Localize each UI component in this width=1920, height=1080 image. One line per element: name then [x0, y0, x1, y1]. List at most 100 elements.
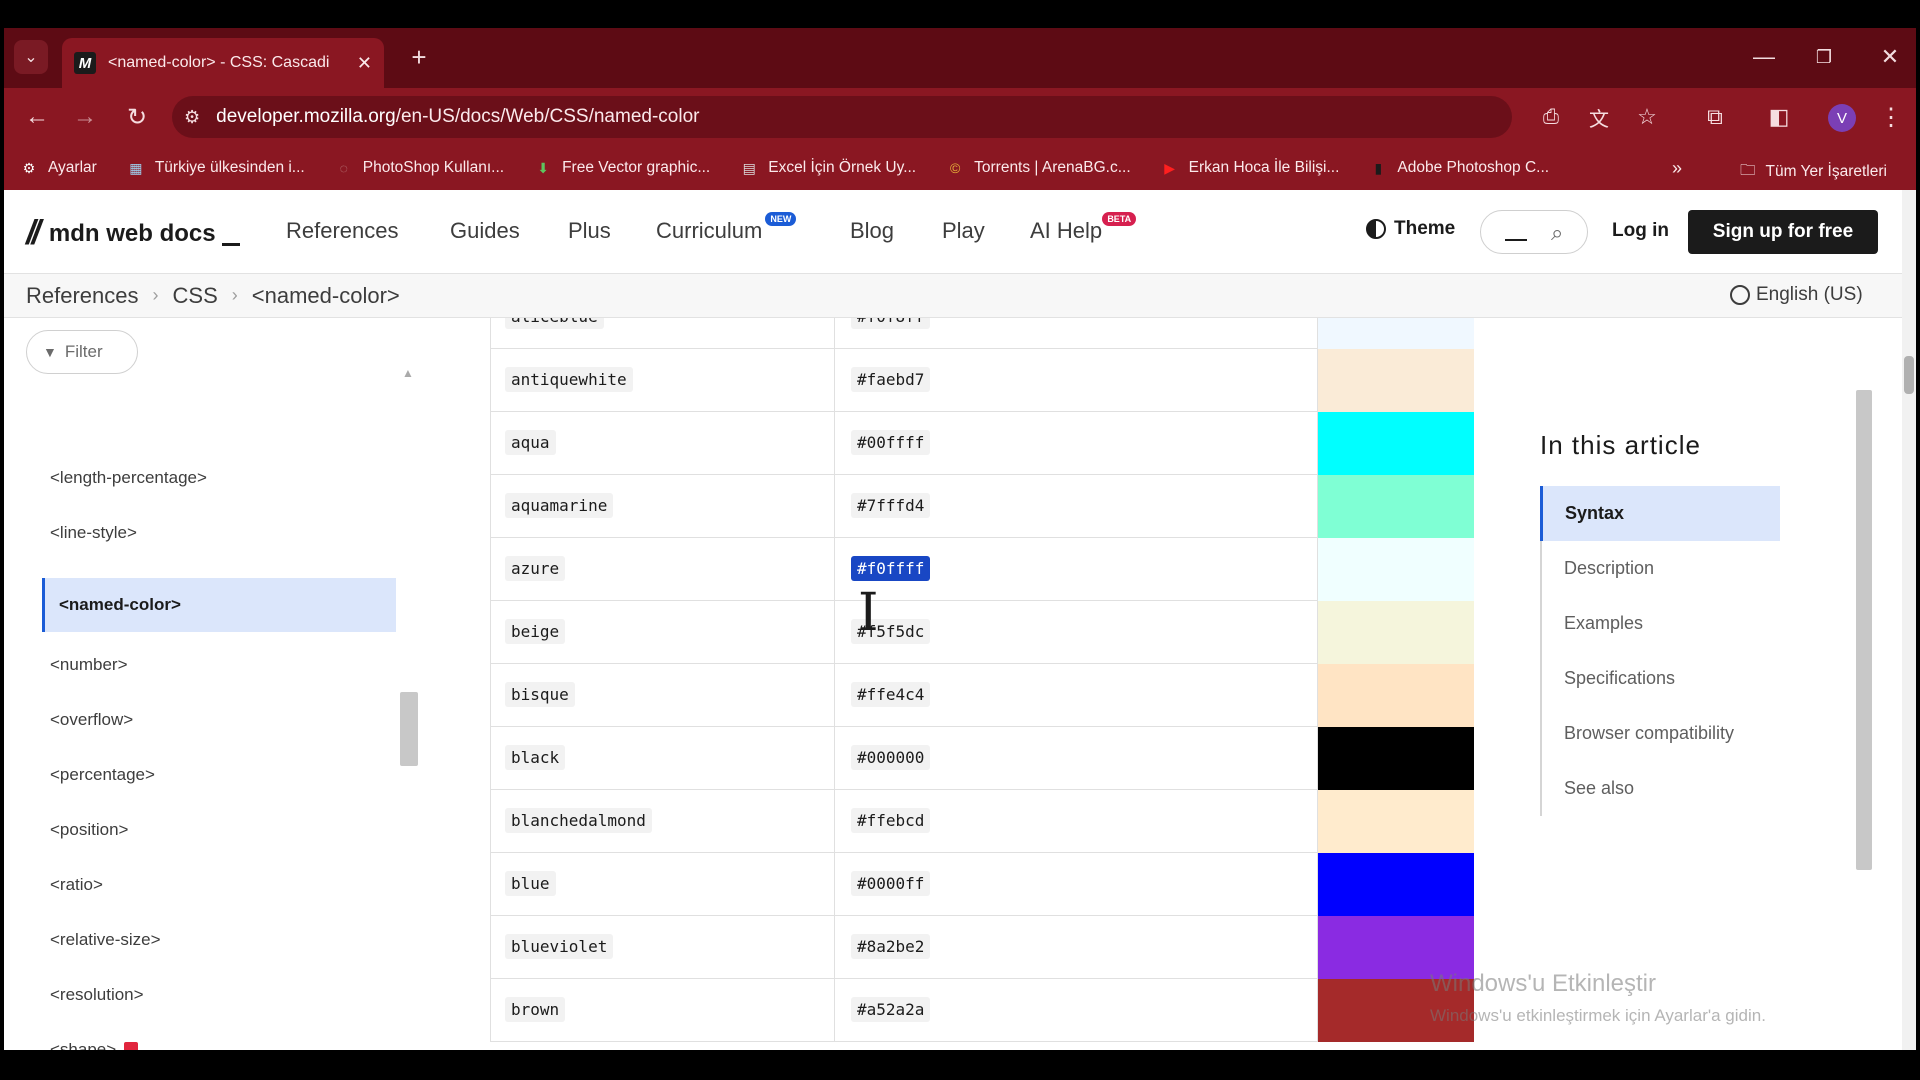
hex-value-cell[interactable]: #ffebcd: [851, 808, 931, 833]
page-scrollbar-thumb[interactable]: [1904, 356, 1914, 394]
hex-value-selected[interactable]: #f0ffff: [851, 556, 931, 581]
forward-icon[interactable]: →: [68, 100, 102, 134]
star-icon[interactable]: ☆: [1630, 100, 1664, 134]
url-text[interactable]: developer.mozilla.org/en-US/docs/Web/CSS…: [216, 106, 699, 128]
bookmark-item[interactable]: ⚙ Ayarlar: [20, 159, 97, 177]
color-name-cell: bisque: [505, 682, 575, 707]
column-divider: [834, 727, 835, 790]
mdn-header: // mdn web docs Theme ⌕ Log in Sign up f…: [4, 190, 1916, 274]
login-link[interactable]: Log in: [1612, 220, 1669, 242]
hex-value-cell[interactable]: #faebd7: [851, 367, 931, 392]
nav-curriculum[interactable]: Curriculum NEW: [656, 212, 797, 244]
hex-value-cell[interactable]: #7fffd4: [851, 493, 931, 518]
all-bookmarks-folder[interactable]: 🗀 Tüm Yer İşaretleri: [1740, 158, 1887, 185]
bookmark-item[interactable]: ▦ Türkiye ülkesinden i...: [127, 159, 305, 177]
hex-value-cell[interactable]: #00ffff: [851, 430, 931, 455]
reload-icon[interactable]: ↻: [120, 100, 154, 134]
nav-blog[interactable]: Blog: [850, 218, 894, 244]
hex-value-cell[interactable]: #000000: [851, 745, 931, 770]
restore-button[interactable]: ❐: [1804, 42, 1844, 72]
nav-references[interactable]: References: [286, 218, 399, 244]
sidebar-item[interactable]: <overflow>: [50, 710, 133, 730]
sidebar-item[interactable]: <resolution>: [50, 985, 144, 1005]
nav-plus[interactable]: Plus: [568, 218, 611, 244]
column-divider: [834, 664, 835, 727]
extensions-icon[interactable]: ⧉: [1698, 100, 1732, 134]
tab-search-button[interactable]: ⌄: [14, 40, 48, 74]
signup-button[interactable]: Sign up for free: [1688, 210, 1878, 254]
sidebar-item[interactable]: <number>: [50, 655, 128, 675]
back-icon[interactable]: ←: [20, 100, 54, 134]
theme-button[interactable]: Theme: [1366, 218, 1455, 240]
close-window-button[interactable]: ✕: [1870, 42, 1910, 72]
toc-item-syntax[interactable]: Syntax: [1540, 486, 1780, 541]
color-swatch: [1317, 853, 1474, 916]
minimize-button[interactable]: —: [1744, 42, 1784, 72]
more-bookmarks-icon[interactable]: »: [1672, 158, 1682, 179]
youtube-icon: ▶: [1164, 159, 1176, 176]
bookmark-item[interactable]: © Torrents | ArenaBG.c...: [946, 159, 1131, 177]
hex-value-cell[interactable]: #8a2be2: [851, 934, 931, 959]
sidebar-item[interactable]: <line-style>: [50, 523, 137, 543]
hex-value-cell[interactable]: #a52a2a: [851, 997, 931, 1022]
chevron-right-icon: ›: [231, 285, 238, 305]
breadcrumb-css[interactable]: CSS: [173, 283, 218, 309]
filter-input[interactable]: ▼ Filter: [26, 330, 138, 374]
hex-value-cell[interactable]: #0000ff: [851, 871, 931, 896]
sidebar-item[interactable]: <relative-size>: [50, 930, 161, 950]
column-divider: [834, 412, 835, 475]
sidebar-item[interactable]: <ratio>: [50, 875, 103, 895]
table-row: azure #f0ffff: [490, 538, 1474, 601]
bookmark-item[interactable]: ⬇ Free Vector graphic...: [534, 159, 710, 177]
install-app-icon[interactable]: ⎙: [1534, 100, 1568, 134]
site-info-icon[interactable]: ⚙: [184, 107, 200, 128]
new-tab-button[interactable]: +: [402, 40, 436, 74]
bookmark-item[interactable]: ◌ PhotoShop Kullanı...: [335, 159, 505, 177]
toc-item-specifications[interactable]: Specifications: [1542, 651, 1780, 706]
toc-scrollbar[interactable]: [1856, 390, 1872, 870]
sidebar-item[interactable]: <percentage>: [50, 765, 155, 785]
nav-label: Guides: [450, 218, 520, 243]
toc-item-description[interactable]: Description: [1542, 541, 1780, 596]
side-panel-icon[interactable]: ◧: [1762, 100, 1796, 134]
color-swatch: [1317, 790, 1474, 853]
nav-ai-help[interactable]: AI Help BETA: [1030, 212, 1137, 244]
column-divider: [834, 475, 835, 538]
toc-item-browser-compatibility[interactable]: Browser compatibility: [1542, 706, 1780, 761]
nav-play[interactable]: Play: [942, 218, 985, 244]
sidebar-item-active[interactable]: <named-color>: [42, 578, 396, 632]
search-input[interactable]: ⌕: [1480, 210, 1588, 254]
language-switcher[interactable]: English (US): [1730, 284, 1863, 306]
sidebar-scrollbar[interactable]: [400, 692, 418, 766]
color-swatch: [1317, 538, 1474, 601]
page-scrollbar[interactable]: [1902, 190, 1916, 1050]
sidebar-item-shape[interactable]: <shape>: [50, 1040, 139, 1050]
close-tab-icon[interactable]: ✕: [357, 53, 372, 74]
search-icon[interactable]: ⌕: [1551, 220, 1563, 246]
browser-window: ⌄ M <named-color> - CSS: Cascadi ✕ + — ❐…: [4, 28, 1916, 1050]
toc-item-see-also[interactable]: See also: [1542, 761, 1780, 816]
address-bar[interactable]: ⚙ developer.mozilla.org/en-US/docs/Web/C…: [172, 96, 1512, 138]
active-tab[interactable]: M <named-color> - CSS: Cascadi ✕: [62, 38, 384, 88]
scroll-up-icon[interactable]: ▲: [402, 366, 414, 380]
bookmark-item[interactable]: ▶ Erkan Hoca İle Bilişi...: [1161, 159, 1339, 177]
nav-guides[interactable]: Guides: [450, 218, 520, 244]
breadcrumb-references[interactable]: References: [26, 283, 139, 309]
menu-icon[interactable]: ⋮: [1874, 100, 1908, 134]
table-row: blueviolet #8a2be2: [490, 916, 1474, 979]
color-name-cell: antiquewhite: [505, 367, 633, 392]
mdn-logo[interactable]: // mdn web docs: [26, 214, 240, 253]
translate-icon[interactable]: 文: [1582, 100, 1616, 134]
chart-icon: ▦: [129, 159, 143, 176]
chevron-right-icon: ›: [152, 285, 159, 305]
bookmark-item[interactable]: ▮ Adobe Photoshop C...: [1369, 159, 1550, 177]
hex-value-cell[interactable]: #ffe4c4: [851, 682, 931, 707]
bookmark-item[interactable]: ▤ Excel İçin Örnek Uy...: [740, 159, 917, 177]
sidebar-item[interactable]: <length-percentage>: [50, 468, 207, 488]
profile-avatar[interactable]: V: [1828, 104, 1856, 132]
hex-value-cell[interactable]: #f0f8ff: [851, 318, 931, 329]
toc-item-examples[interactable]: Examples: [1542, 596, 1780, 651]
sidebar-item[interactable]: <position>: [50, 820, 128, 840]
breadcrumb-current[interactable]: <named-color>: [252, 283, 400, 309]
nav-label: References: [286, 218, 399, 243]
